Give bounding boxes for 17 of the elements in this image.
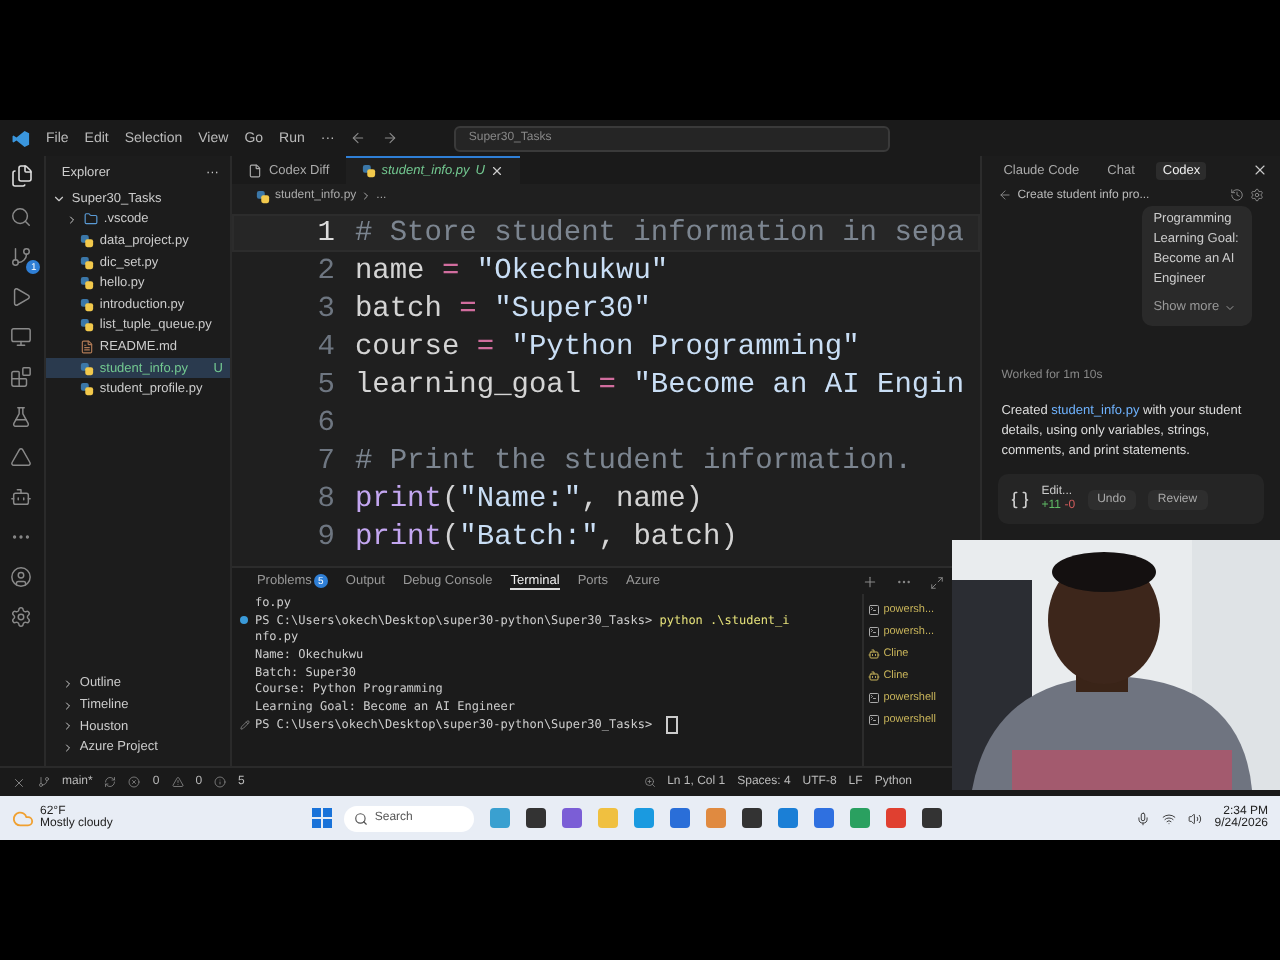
line-number: 9 — [315, 521, 337, 553]
code-line: batch = "Super30" — [354, 293, 651, 325]
code-line: print("Name:", name) — [354, 483, 704, 515]
line-number: 2 — [315, 255, 337, 287]
code-line: course = "Python Programming" — [354, 331, 860, 363]
line-number: 4 — [315, 331, 337, 363]
line-number: 8 — [315, 483, 337, 515]
line-number: 6 — [315, 407, 337, 439]
line-number: 5 — [315, 369, 337, 401]
code-line: print("Batch:", batch) — [354, 521, 738, 553]
code-line: # Store student information in sepa — [354, 217, 965, 249]
code-line: # Print the student information. — [354, 445, 912, 477]
code-line: learning_goal = "Become an AI Engin — [354, 369, 965, 401]
code-line: name = "Okechukwu" — [354, 255, 669, 287]
line-number: 1 — [315, 217, 337, 249]
line-number: 7 — [315, 445, 337, 477]
line-number: 3 — [315, 293, 337, 325]
